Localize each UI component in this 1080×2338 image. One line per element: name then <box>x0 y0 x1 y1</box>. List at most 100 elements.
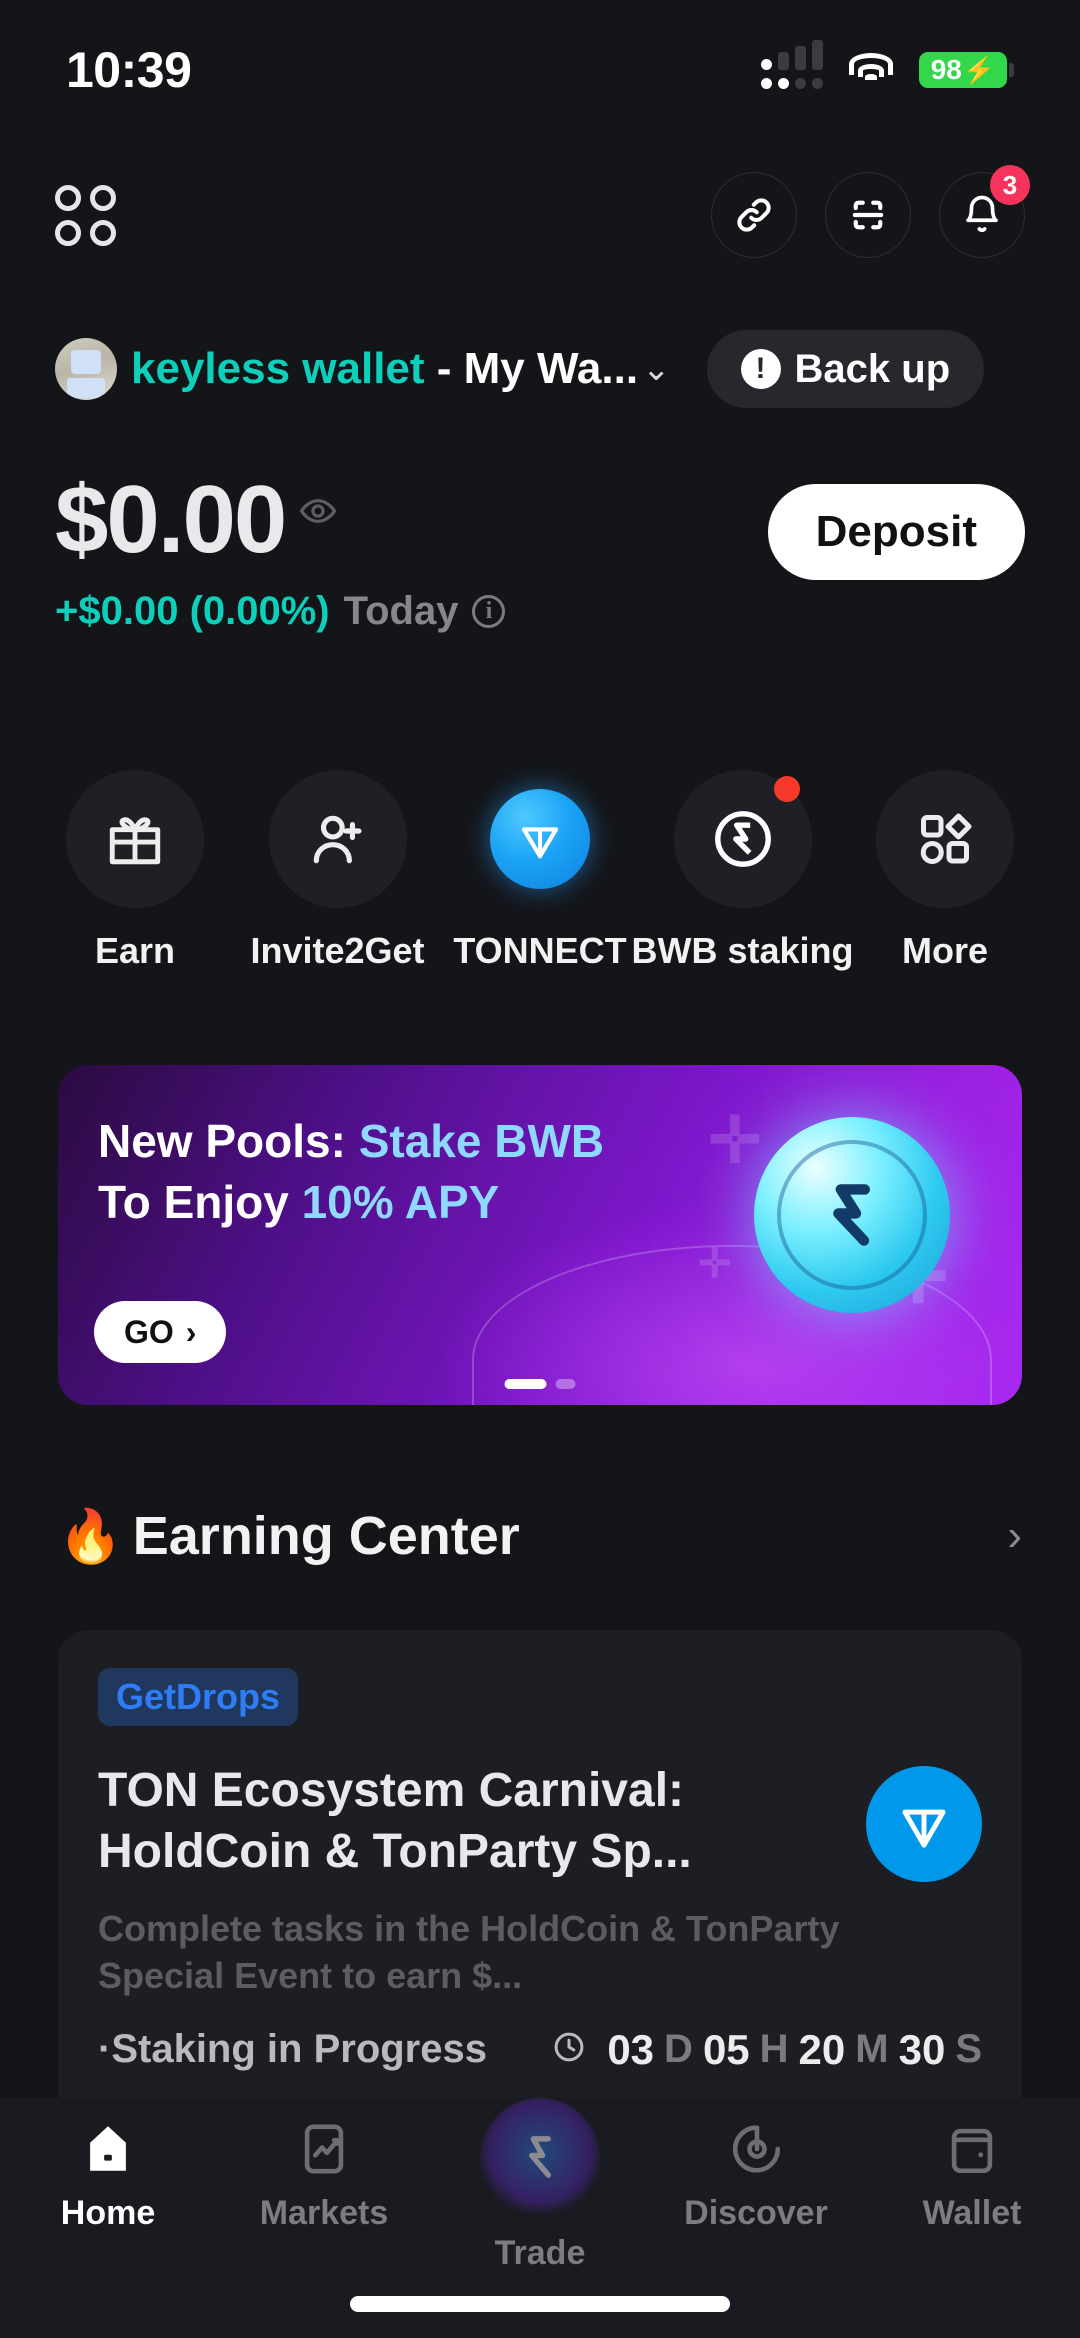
quick-action-tonnect[interactable]: TONNECT <box>445 770 635 972</box>
markets-chart-icon <box>304 2124 344 2174</box>
bell-icon[interactable]: 3 <box>939 165 1030 258</box>
quick-action-more[interactable]: More <box>850 770 1040 972</box>
decor-plus-icon: ✛ <box>698 1242 732 1286</box>
bottom-tab-bar: Home Markets Trade Discover Wallet <box>0 2098 1080 2338</box>
notification-dot <box>773 776 800 802</box>
countdown-value: 20 <box>798 2025 846 2073</box>
link-icon[interactable] <box>711 172 797 258</box>
tab-label: Discover <box>684 2194 828 2232</box>
bwb-logo-icon <box>673 770 812 908</box>
countdown-unit: M <box>855 2027 889 2072</box>
promo-banner[interactable]: ✛ ✛ ✛ New Pools: Stake BWB To Enjoy 10% … <box>58 1065 1022 1405</box>
ton-logo-icon <box>866 1766 982 1882</box>
quick-action-invite2get[interactable]: Invite2Get <box>243 770 433 972</box>
info-icon[interactable]: i <box>472 594 506 628</box>
home-indicator <box>350 2296 730 2312</box>
quick-action-label: Earn <box>94 930 176 971</box>
gift-icon <box>66 770 204 908</box>
countdown-value: 30 <box>898 2025 946 2073</box>
wallet-name-highlight: keyless wallet <box>131 344 425 393</box>
chevron-right-icon: › <box>185 1313 197 1350</box>
back-up-label: Back up <box>794 346 951 391</box>
top-navigation: 3 <box>0 160 1080 270</box>
warning-icon: ! <box>740 349 781 389</box>
chevron-down-icon: ⌄ <box>642 350 671 388</box>
go-label: GO <box>124 1313 174 1350</box>
tab-label: Trade <box>494 2234 586 2272</box>
bwb-coin-icon <box>754 1117 950 1313</box>
countdown-unit: H <box>759 2027 789 2072</box>
tab-wallet[interactable]: Wallet <box>864 2120 1080 2233</box>
pagination-dot[interactable] <box>555 1379 576 1389</box>
countdown-value: 03 <box>607 2025 655 2073</box>
discover-compass-icon <box>732 2125 781 2173</box>
signal-bars-icon <box>761 39 823 89</box>
wallet-selector-row: keyless wallet - My Wa... ⌄ ! Back up <box>55 330 1025 408</box>
wallet-avatar <box>55 338 117 400</box>
card-tag-badge: GetDrops <box>98 1668 299 1726</box>
deposit-button[interactable]: Deposit <box>767 484 1025 580</box>
top-nav-actions: 3 <box>711 165 1030 258</box>
tab-trade[interactable]: Trade <box>432 2098 648 2273</box>
quick-action-earn[interactable]: Earn <box>40 770 230 972</box>
clock-icon <box>551 2029 587 2070</box>
card-title: TON Ecosystem Carnival: HoldCoin & TonPa… <box>98 1764 692 1879</box>
earning-center-title: Earning Center <box>132 1506 520 1566</box>
tab-label: Markets <box>259 2194 389 2232</box>
pagination-dot-active[interactable] <box>504 1379 547 1389</box>
quick-action-bwb-staking[interactable]: BWB staking <box>632 770 854 972</box>
wallet-icon <box>951 2128 993 2174</box>
app-screen: 10:39 98 ⚡ 3 keyless wallet - My Wa... ⌄… <box>0 0 1080 2338</box>
tab-markets[interactable]: Markets <box>216 2120 432 2233</box>
countdown-value: 05 <box>702 2025 750 2073</box>
balance-period: Today <box>343 588 459 633</box>
tab-label: Home <box>60 2194 156 2232</box>
home-icon <box>90 2126 126 2171</box>
status-clock: 10:39 <box>66 42 192 98</box>
quick-action-label: BWB staking <box>631 930 854 971</box>
apps-grid-icon[interactable] <box>55 184 116 246</box>
countdown-unit: D <box>664 2027 693 2072</box>
card-countdown: 03 D 05 H 20 M 30 S <box>551 2026 982 2074</box>
fire-icon: 🔥 <box>58 1507 123 1566</box>
banner-line1-plain: New Pools: <box>98 1115 359 1167</box>
wallet-selector[interactable]: keyless wallet - My Wa... ⌄ <box>131 344 671 394</box>
balance-amount: $0.00 <box>55 466 287 573</box>
scan-icon[interactable] <box>825 172 911 258</box>
decor-plus-icon: ✛ <box>708 1104 762 1176</box>
person-add-icon <box>268 770 407 908</box>
ton-coin-icon <box>471 770 609 908</box>
status-indicators: 98 ⚡ <box>761 39 1014 89</box>
countdown-unit: S <box>955 2027 982 2072</box>
banner-pagination[interactable] <box>504 1379 576 1389</box>
card-status: ·Staking in Progress <box>98 2027 487 2072</box>
shapes-grid-icon <box>876 770 1014 908</box>
charging-bolt-icon: ⚡ <box>962 54 996 85</box>
battery-icon: 98 ⚡ <box>919 52 1014 88</box>
trade-logo-icon <box>480 2098 600 2218</box>
banner-line1-highlight: Stake BWB <box>358 1115 605 1167</box>
quick-action-label: More <box>901 930 988 971</box>
tab-home[interactable]: Home <box>0 2120 216 2233</box>
eye-icon[interactable] <box>299 492 337 535</box>
balance-change: +$0.00 (0.00%) <box>55 588 330 633</box>
card-description: Complete tasks in the HoldCoin & TonPart… <box>98 1907 840 1997</box>
status-bar: 10:39 98 ⚡ <box>0 0 1080 140</box>
quick-action-label: Invite2Get <box>250 930 425 971</box>
wifi-icon <box>849 53 893 87</box>
back-up-button[interactable]: ! Back up <box>706 330 985 408</box>
tab-discover[interactable]: Discover <box>648 2120 864 2233</box>
bell-badge: 3 <box>990 165 1030 205</box>
wallet-name-rest: - My Wa... <box>424 344 639 393</box>
balance-section: $0.00 +$0.00 (0.00%) Today i Deposit <box>55 466 1025 634</box>
battery-percent: 98 <box>930 54 962 85</box>
banner-go-button[interactable]: GO › <box>94 1301 227 1363</box>
quick-action-label: TONNECT <box>453 930 627 971</box>
earning-center-header[interactable]: 🔥 Earning Center › <box>58 1505 1022 1567</box>
quick-actions-row: Earn Invite2Get TONNECT BWB staking More <box>40 770 1040 972</box>
banner-line2-plain: To Enjoy <box>98 1175 302 1228</box>
banner-line2-highlight: 10% APY <box>301 1175 500 1228</box>
chevron-right-icon: › <box>1007 1511 1022 1560</box>
tab-label: Wallet <box>922 2194 1022 2232</box>
banner-text: New Pools: Stake BWB To Enjoy 10% APY <box>98 1111 604 1232</box>
